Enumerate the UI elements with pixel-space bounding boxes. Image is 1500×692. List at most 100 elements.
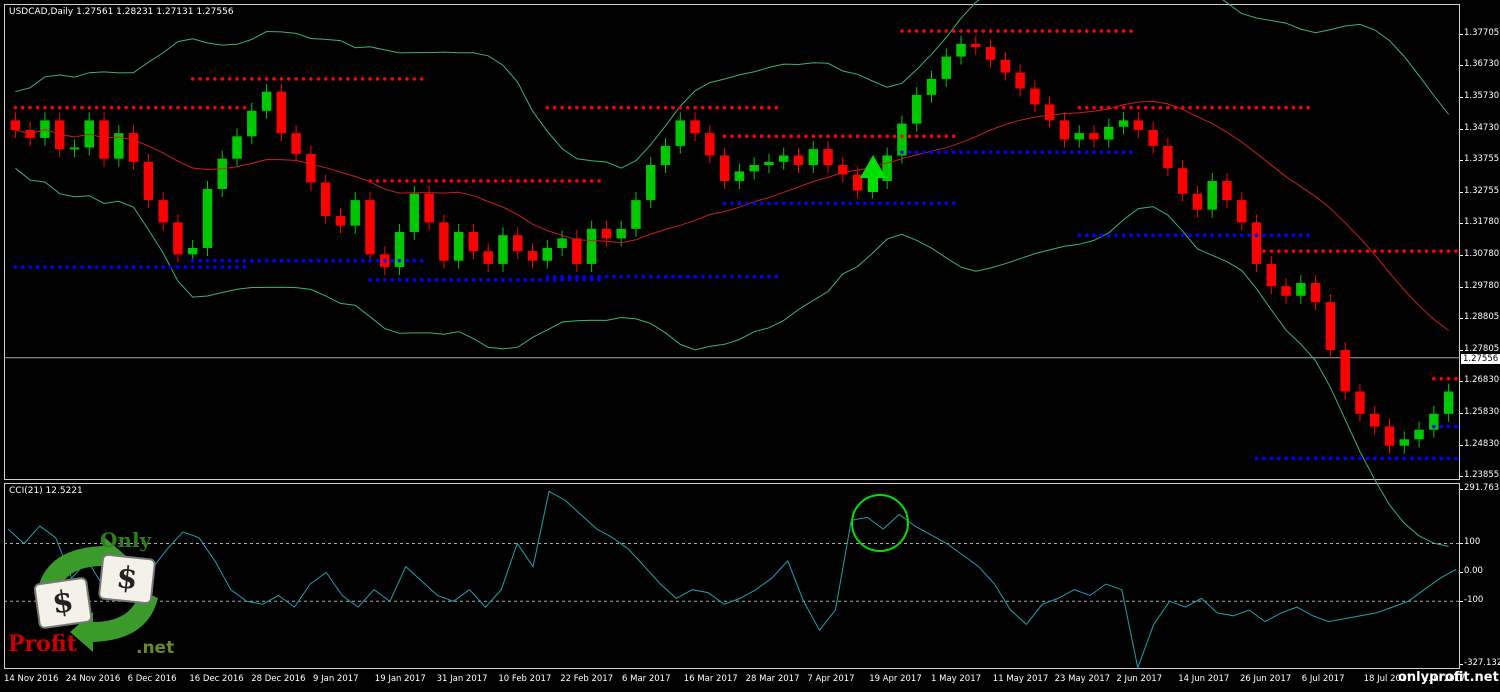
resistance-dot [567,105,572,110]
candle-body [232,136,242,159]
support-dot [597,274,601,279]
resistance-dot [1114,29,1118,33]
support-dot [1254,233,1259,237]
resistance-dot [1210,105,1215,110]
resistance-dot [508,179,513,183]
support-dot [198,265,202,269]
resistance-dot [190,105,195,110]
resistance-dot [434,179,439,183]
resistance-dot [242,77,247,81]
support-dot [973,150,978,155]
resistance-dot [671,105,675,110]
support-dot [730,201,734,206]
time-tick-label: 1 May 2017 [931,674,982,684]
resistance-dot [582,105,587,110]
resistance-dot [213,77,217,81]
support-dot [479,278,483,282]
candle-body [542,247,553,261]
resistance-dot [515,179,520,183]
support-dot [397,278,402,282]
support-dot [981,150,985,155]
resistance-dot [1084,105,1089,110]
resistance-dot [811,134,816,139]
support-dot [863,201,867,206]
resistance-dot [922,134,926,139]
candle-body [439,222,449,261]
support-dot [508,278,513,282]
support-dot [1328,456,1333,461]
support-dot [286,258,291,263]
resistance-dot [973,29,978,33]
resistance-dot [804,134,808,139]
support-dot [213,265,217,269]
support-dot [1454,424,1458,429]
resistance-dot [1358,249,1362,253]
support-dot [1365,456,1370,461]
resistance-dot [582,179,587,183]
resistance-dot [1269,249,1274,253]
resistance-dot [227,77,232,81]
resistance-dot [1299,105,1303,110]
resistance-dot [1077,29,1082,33]
time-axis[interactable]: 14 Nov 2016 24 Nov 2016 6 Dec 2016 16 Dec 2… [0,670,1465,692]
candle-body [527,251,538,261]
current-price-label: 1.27556 [1461,354,1500,364]
resistance-dot [1299,249,1303,253]
time-tick-label: 19 Apr 2017 [869,674,922,684]
support-dot [759,201,764,206]
time-tick-label: 6 Jul 2017 [1301,674,1345,684]
resistance-dot [1365,249,1370,253]
support-dot [1343,456,1347,461]
support-dot [877,201,882,206]
support-dot [1276,233,1281,237]
candle-body [1059,120,1070,140]
resistance-dot [382,179,387,183]
candle-body [572,238,582,264]
support-dot [1173,233,1178,237]
candle-body [158,200,168,223]
resistance-dot [198,105,202,110]
support-dot [523,278,527,282]
candle-body [1222,180,1232,201]
dollar-card-right: $ [97,553,157,605]
resistance-dot [1121,29,1126,33]
support-dot [648,274,653,279]
support-dot [1299,233,1303,237]
resistance-dot [781,134,786,139]
resistance-dot [309,77,313,81]
support-dot [390,278,394,282]
support-dot [1151,233,1155,237]
support-dot [368,258,372,263]
resistance-dot [1439,376,1444,381]
resistance-dot [892,134,897,139]
time-tick-label: 7 Apr 2017 [807,674,855,684]
support-dot [227,265,232,269]
support-dot [309,258,313,263]
resistance-dot [900,134,904,139]
resistance-dot [1262,105,1266,110]
support-dot [1121,150,1126,155]
support-dot [94,265,99,269]
support-dot [1454,456,1458,461]
support-dot [397,258,402,263]
support-dot [220,265,225,269]
support-dot [227,258,232,263]
candle-body [1281,286,1291,296]
resistance-dot [1254,249,1259,253]
support-dot [102,265,106,269]
support-dot [552,274,557,279]
support-dot [168,265,173,269]
resistance-dot [1166,105,1170,110]
price-tick-label: 1.23855 [1459,469,1500,480]
resistance-dot [205,77,210,81]
candle-body [1237,200,1247,223]
price-tick-label: 1.32755 [1459,185,1500,196]
cci-signal-highlight-circle [851,494,909,552]
resistance-dot [161,105,165,110]
resistance-dot [914,134,919,139]
time-tick-label: 10 Feb 2017 [498,674,552,684]
resistance-dot [1232,105,1237,110]
support-dot [737,274,742,279]
candle-body [1296,283,1306,296]
resistance-dot [1062,29,1067,33]
